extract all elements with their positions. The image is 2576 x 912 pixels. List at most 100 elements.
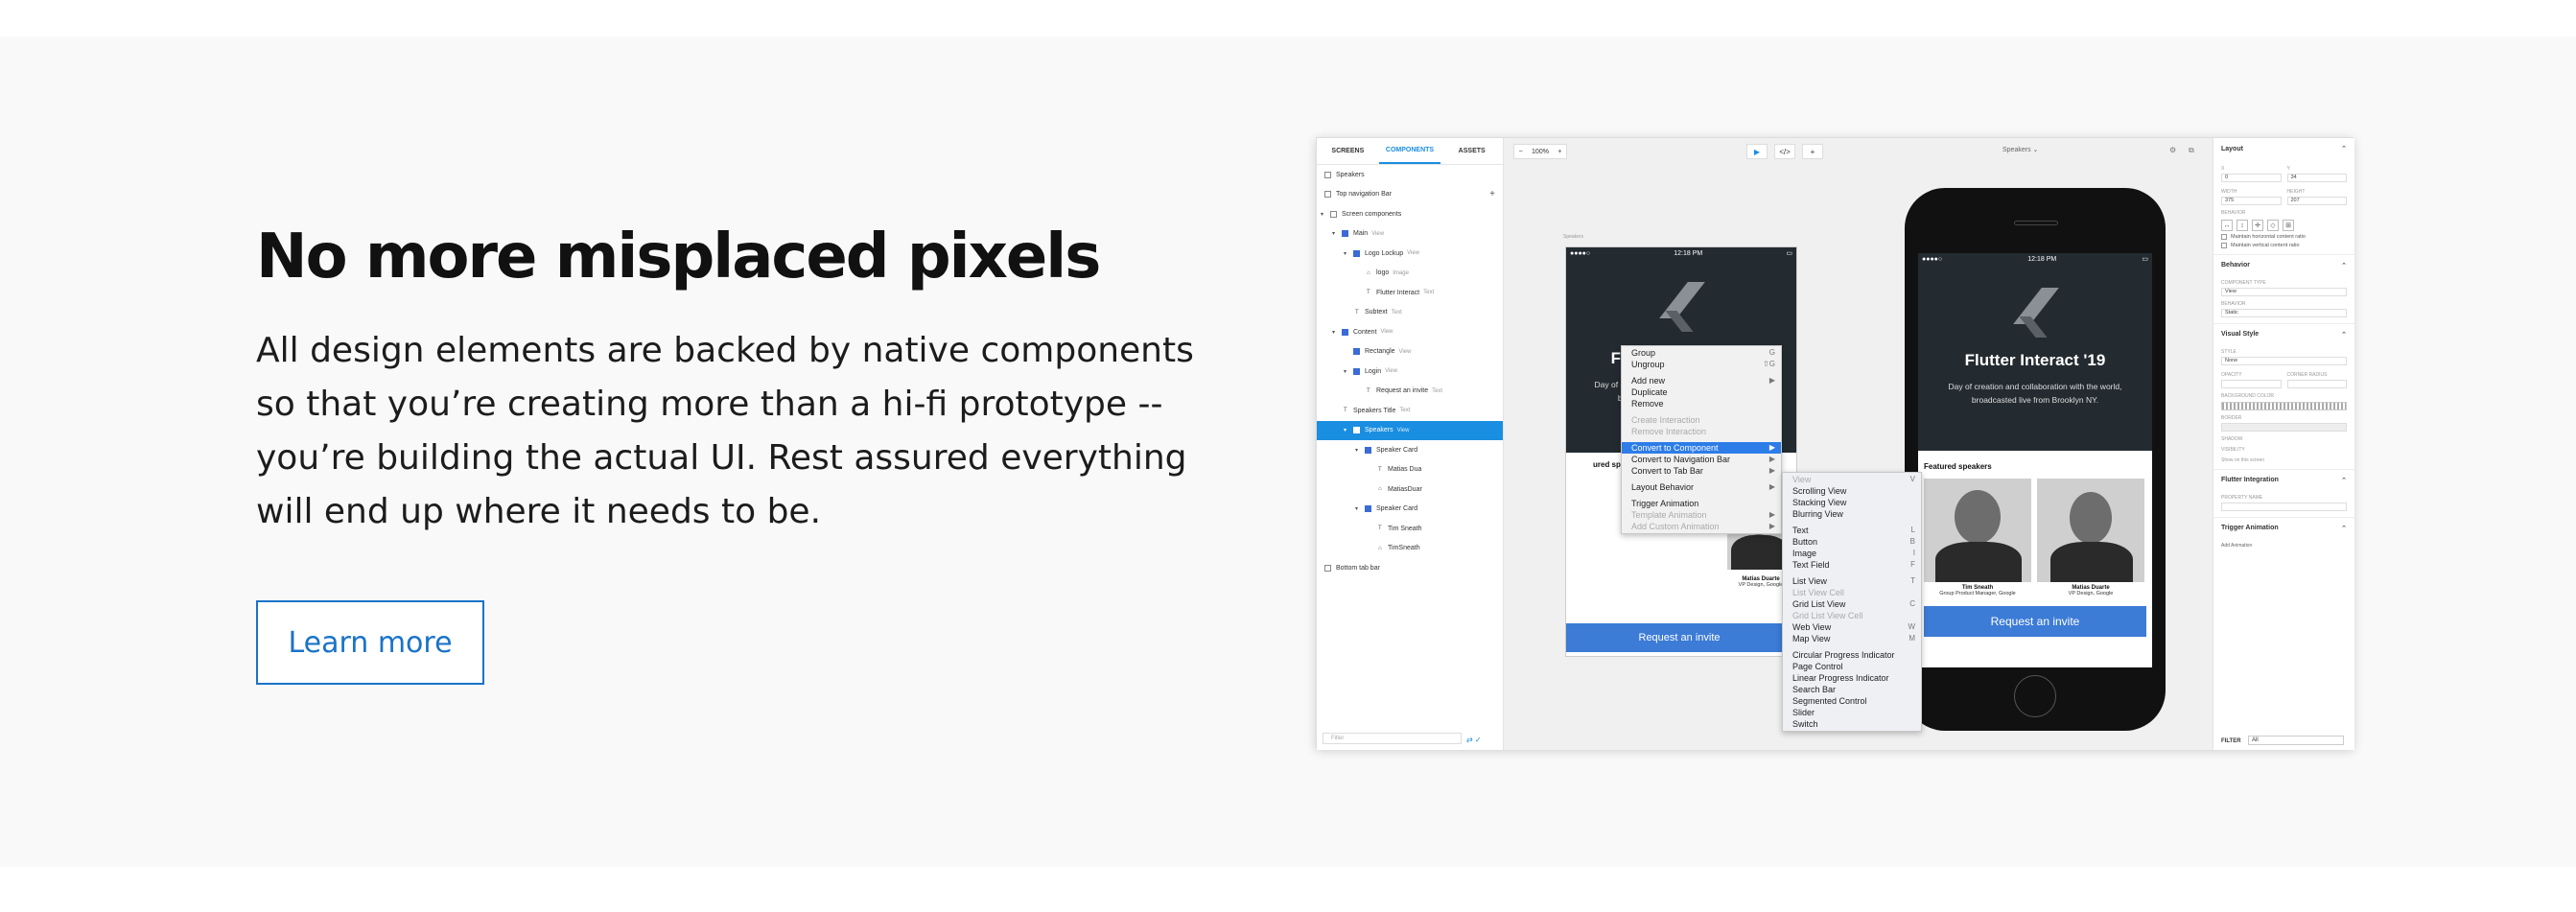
- phone-screen[interactable]: ●●●●○ 12:18 PM ▭ Flutter Interact '19 Day …: [1918, 253, 2152, 667]
- menu-item[interactable]: Switch: [1783, 718, 1921, 730]
- border-field[interactable]: [2221, 423, 2347, 432]
- menu-item[interactable]: Trigger Animation: [1622, 498, 1781, 509]
- add-icon[interactable]: +: [1489, 189, 1495, 199]
- maintain-v-checkbox[interactable]: Maintain vertical content ratio: [2213, 243, 2354, 248]
- tab-components[interactable]: COMPONENTS: [1378, 138, 1441, 164]
- behavior-section[interactable]: Behavior ⌃: [2213, 254, 2354, 275]
- tree-item[interactable]: T Matias Dua: [1317, 460, 1503, 480]
- share-icon[interactable]: ⧉: [2189, 146, 2194, 155]
- flutter-integration-section[interactable]: Flutter Integration ⌃: [2213, 469, 2354, 490]
- behavior-select[interactable]: Static: [2221, 309, 2347, 317]
- menu-item[interactable]: Linear Progress Indicator: [1783, 672, 1921, 684]
- add-button[interactable]: +: [1802, 144, 1823, 159]
- menu-item[interactable]: Convert to Navigation Bar ▶: [1622, 454, 1781, 465]
- fill-icon[interactable]: ⊞: [2283, 220, 2294, 231]
- opacity-field[interactable]: [2221, 380, 2282, 388]
- width-field[interactable]: 375: [2221, 197, 2282, 205]
- menu-item[interactable]: Text L: [1783, 525, 1921, 536]
- tree-item[interactable]: ▾ Content View: [1317, 322, 1503, 342]
- menu-item[interactable]: Duplicate: [1622, 386, 1781, 398]
- filter-input[interactable]: Filter: [1323, 733, 1462, 744]
- tree-item[interactable]: ▾ Main View: [1317, 224, 1503, 245]
- tree-item[interactable]: Speakers: [1317, 165, 1503, 185]
- menu-item[interactable]: Button B: [1783, 536, 1921, 548]
- home-button[interactable]: [2014, 675, 2056, 717]
- filter-select[interactable]: All: [2248, 736, 2344, 745]
- menu-item[interactable]: Segmented Control: [1783, 695, 1921, 707]
- flutter-logo-icon: [1659, 282, 1705, 336]
- tree-item[interactable]: ⌂ TimSneath: [1317, 539, 1503, 559]
- menu-item[interactable]: Add new ▶: [1622, 375, 1781, 386]
- stretch-v-icon[interactable]: ↕: [2236, 220, 2248, 231]
- tree-item[interactable]: ▾ Screen components: [1317, 204, 1503, 224]
- menu-item[interactable]: Slider: [1783, 707, 1921, 718]
- tree-item[interactable]: T Subtext Text: [1317, 303, 1503, 323]
- tree-item[interactable]: ▾ Speaker Card: [1317, 500, 1503, 520]
- menu-item[interactable]: Circular Progress Indicator: [1783, 649, 1921, 661]
- feature-copy: No more misplaced pixels All design elem…: [256, 221, 1215, 539]
- tree-item[interactable]: ▾ Speaker Card: [1317, 440, 1503, 460]
- component-type-select[interactable]: View: [2221, 288, 2347, 296]
- menu-item[interactable]: Convert to Component ▶: [1622, 442, 1781, 454]
- mock-cta-button[interactable]: Request an invite: [1566, 623, 1792, 652]
- tab-screens[interactable]: SCREENS: [1317, 138, 1379, 164]
- menu-item[interactable]: Page Control: [1783, 661, 1921, 672]
- filter-options-icon[interactable]: ⇄ ✓: [1466, 736, 1482, 744]
- tree-item[interactable]: Top navigation Bar +: [1317, 185, 1503, 205]
- speaker-card[interactable]: Matias Duarte VP Design, Google: [2037, 479, 2144, 596]
- menu-item[interactable]: Map View M: [1783, 633, 1921, 644]
- tree-item[interactable]: ⌂ MatiasDuar: [1317, 479, 1503, 500]
- learn-more-button[interactable]: Learn more: [256, 600, 484, 685]
- zoom-control[interactable]: −100% +: [1513, 144, 1567, 159]
- menu-item[interactable]: Text Field F: [1783, 559, 1921, 571]
- menu-item[interactable]: Stacking View: [1783, 497, 1921, 508]
- menu-item[interactable]: Remove: [1622, 398, 1781, 409]
- menu-item[interactable]: Ungroup ⇧G: [1622, 359, 1781, 370]
- property-name-field[interactable]: [2221, 503, 2347, 511]
- style-select[interactable]: None: [2221, 357, 2347, 365]
- menu-item[interactable]: Grid List View C: [1783, 598, 1921, 610]
- center-icon[interactable]: ✛: [2252, 220, 2263, 231]
- tree-item[interactable]: ▾ Login View: [1317, 362, 1503, 382]
- tree-item-selected[interactable]: ▾ Speakers View: [1317, 420, 1503, 440]
- menu-item[interactable]: Web View W: [1783, 621, 1921, 633]
- screen-select[interactable]: Speakers ⌄: [2002, 146, 2038, 153]
- menu-item[interactable]: Blurring View: [1783, 508, 1921, 520]
- y-field[interactable]: 34: [2286, 174, 2347, 182]
- height-field[interactable]: 207: [2286, 197, 2347, 205]
- speaker-card[interactable]: Tim Sneath Group Product Manager, Google: [1924, 479, 2031, 596]
- tree-item[interactable]: T Tim Sneath: [1317, 519, 1503, 539]
- mock-cta-button[interactable]: Request an invite: [1924, 606, 2146, 637]
- tree-item[interactable]: T Request an invite Text: [1317, 382, 1503, 402]
- settings-icon[interactable]: ⚙: [2169, 146, 2176, 154]
- tree-item[interactable]: T Flutter Interact Text: [1317, 283, 1503, 303]
- menu-item[interactable]: Group G: [1622, 347, 1781, 359]
- menu-item[interactable]: Convert to Tab Bar ▶: [1622, 465, 1781, 477]
- stretch-h-icon[interactable]: ↔: [2221, 220, 2233, 231]
- tree-item[interactable]: ▾ Logo Lockup View: [1317, 244, 1503, 264]
- canvas[interactable]: −100% + ▶ </> + Speakers ⌄ ⚙ ⧉ Speakers ●…: [1504, 138, 2213, 750]
- menu-item[interactable]: Search Bar: [1783, 684, 1921, 695]
- tab-assets[interactable]: ASSETS: [1440, 138, 1503, 164]
- tree-item[interactable]: Bottom tab bar: [1317, 558, 1503, 578]
- x-field[interactable]: 0: [2221, 174, 2282, 182]
- tree-item[interactable]: Rectangle View: [1317, 342, 1503, 362]
- code-button[interactable]: </>: [1774, 144, 1795, 159]
- menu-item[interactable]: Layout Behavior ▶: [1622, 481, 1781, 493]
- tree-item[interactable]: ⌂ logo Image: [1317, 264, 1503, 284]
- add-animation-link[interactable]: Add Animation: [2213, 543, 2354, 549]
- tree-item[interactable]: T Speakers Title Text: [1317, 401, 1503, 421]
- maintain-h-checkbox[interactable]: Maintain horizontal content ratio: [2213, 234, 2354, 240]
- layout-section[interactable]: Layout ⌃: [2213, 138, 2354, 159]
- pin-icon[interactable]: ◇: [2267, 220, 2279, 231]
- corner-radius-field[interactable]: [2286, 380, 2347, 388]
- visual-style-section[interactable]: Visual Style ⌃: [2213, 323, 2354, 344]
- menu-item[interactable]: List View T: [1783, 575, 1921, 587]
- menu-item[interactable]: Image I: [1783, 548, 1921, 559]
- trigger-animation-section[interactable]: Trigger Animation ⌃: [2213, 517, 2354, 538]
- background-color-field[interactable]: [2221, 402, 2347, 410]
- chevron-up-icon: ⌃: [2341, 331, 2347, 339]
- menu-item[interactable]: Scrolling View: [1783, 485, 1921, 497]
- speaker-photo: [2037, 479, 2144, 582]
- play-button[interactable]: ▶: [1746, 144, 1768, 159]
